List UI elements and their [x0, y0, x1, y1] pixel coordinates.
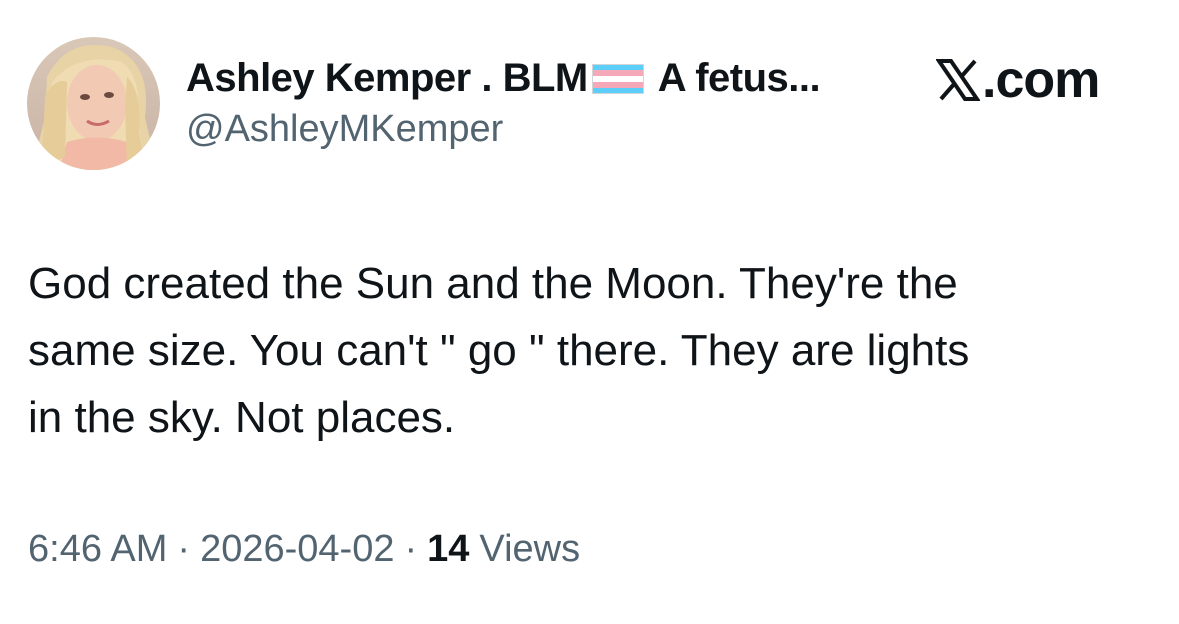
avatar[interactable] — [27, 37, 160, 170]
tweet-text-line: same size. You can't " go " there. They … — [28, 326, 970, 375]
tweet-text: God created the Sun and the Moon. They'r… — [28, 250, 1148, 451]
meta-separator: · — [177, 528, 191, 570]
author-name-row[interactable]: Ashley Kemper . BLM A fetus... — [186, 54, 821, 102]
tweet-date[interactable]: 2026-04-02 — [200, 528, 394, 571]
views-count[interactable]: 14 — [427, 528, 469, 571]
author-display-name[interactable]: Ashley Kemper . BLM — [186, 56, 588, 101]
author-handle[interactable]: @AshleyMKemper — [186, 108, 503, 151]
tweet-text-line: in the sky. Not places. — [28, 393, 456, 442]
platform-logo: .com — [936, 50, 1100, 110]
meta-separator: · — [404, 528, 418, 570]
tweet-time[interactable]: 6:46 AM — [28, 528, 167, 571]
views-label[interactable]: Views — [479, 528, 580, 571]
x-logo-icon — [936, 58, 980, 102]
platform-domain: .com — [982, 51, 1100, 109]
tweet-meta: 6:46 AM · 2026-04-02 · 14 Views — [28, 528, 580, 571]
tweet-text-line: God created the Sun and the Moon. They'r… — [28, 259, 958, 308]
transgender-flag-icon — [591, 64, 644, 94]
author-name-suffix: A fetus... — [657, 55, 821, 100]
